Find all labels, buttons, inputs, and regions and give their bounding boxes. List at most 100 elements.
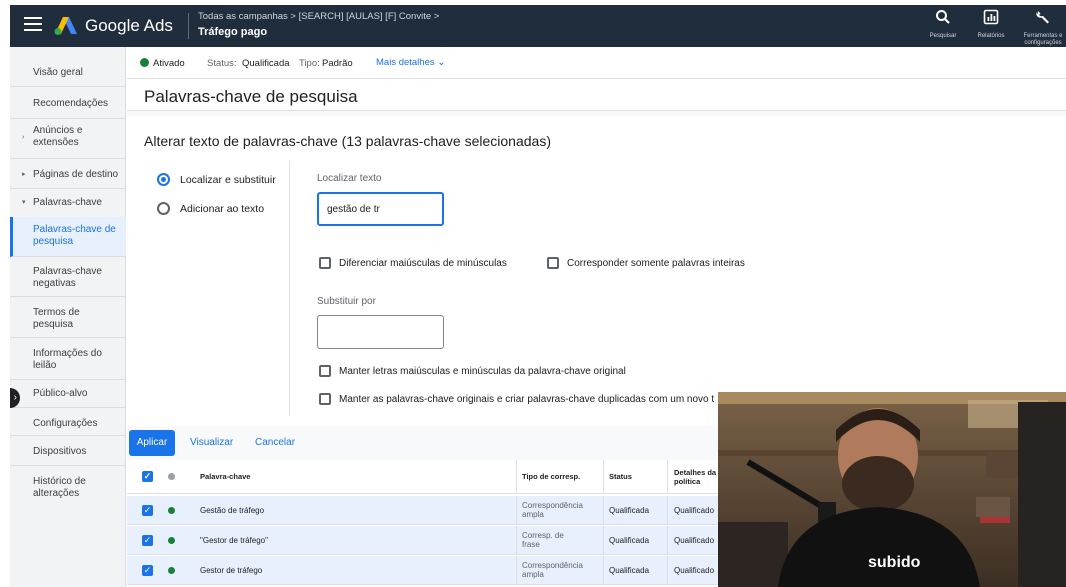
column-divider <box>667 496 668 524</box>
column-divider <box>603 460 604 493</box>
chevron-right-icon: › <box>22 134 25 141</box>
table-row[interactable]: ✓ Gestão de tráfego Correspondência ampla… <box>127 496 727 525</box>
match-type-cell: Correspondência ampla <box>522 496 583 524</box>
chevron-right-icon: ▸ <box>22 171 26 178</box>
column-divider <box>603 496 604 524</box>
whole-words-checkbox[interactable] <box>547 257 559 269</box>
cancel-button[interactable]: Cancelar <box>255 437 295 448</box>
enabled-dot-icon <box>168 537 175 544</box>
webcam-overlay: subido <box>718 392 1066 587</box>
row-checkbox[interactable]: ✓ <box>142 535 153 546</box>
column-divider <box>516 460 517 493</box>
keyword-cell[interactable]: Gestão de tráfego <box>200 496 264 524</box>
keep-originals-checkbox[interactable] <box>319 393 331 405</box>
row-checkbox[interactable]: ✓ <box>142 565 153 576</box>
enabled-status-dot-icon <box>140 58 149 67</box>
keep-case-checkbox[interactable] <box>319 365 331 377</box>
tools-label-line-1: Ferramentas e <box>1023 33 1063 39</box>
match-type-line-2: frase <box>522 540 540 549</box>
sidebar-item-recommendations[interactable]: Recomendações <box>10 87 126 119</box>
sidebar-item-negative-keywords[interactable]: Palavras-chave negativas <box>10 257 126 297</box>
sidebar-item-devices[interactable]: Dispositivos <box>10 436 126 466</box>
preview-button[interactable]: Visualizar <box>190 437 233 448</box>
keyword-column-header[interactable]: Palavra-chave <box>200 460 250 493</box>
sidebar-item-overview[interactable]: Visão geral <box>10 47 126 87</box>
tools-label-line-2: configurações <box>1024 40 1062 46</box>
page-header: Palavras-chave de pesquisa <box>127 79 1066 111</box>
policy-column-header[interactable]: Detalhes da política <box>674 460 716 493</box>
sidebar-item-auction-insights[interactable]: Informações do leilão <box>10 338 126 380</box>
column-divider <box>667 526 668 554</box>
row-checkbox[interactable]: ✓ <box>142 505 153 516</box>
status-column-header[interactable]: Status <box>609 460 632 493</box>
panel-title: Alterar texto de palavras-chave (13 pala… <box>144 133 551 149</box>
brand-name[interactable]: Google Ads <box>85 16 173 36</box>
column-divider <box>516 556 517 584</box>
vertical-divider <box>289 161 290 416</box>
search-button[interactable]: Pesquisar <box>925 9 961 40</box>
more-details-link[interactable]: Mais detalhes ⌄ <box>376 57 446 68</box>
policy-header-line-2: política <box>674 476 701 486</box>
status-label: Status: <box>207 58 237 69</box>
search-label: Pesquisar <box>929 33 957 39</box>
column-divider <box>667 460 668 493</box>
sidebar-item-label: Páginas de destino <box>33 169 119 180</box>
sidebar-item-landing-pages[interactable]: ▸ Páginas de destino <box>10 159 126 189</box>
sidebar-item-ads-extensions[interactable]: › Anúncios e extensões <box>10 119 126 159</box>
change-keyword-text-panel: Alterar texto de palavras-chave (13 pala… <box>127 116 1066 426</box>
match-type-column-header[interactable]: Tipo de corresp. <box>522 460 580 493</box>
match-case-checkbox[interactable] <box>319 257 331 269</box>
match-type-cell: Corresp. de frase <box>522 526 564 554</box>
tools-settings-button[interactable]: Ferramentas e configurações <box>1020 9 1066 47</box>
enabled-dot-icon <box>168 507 175 514</box>
type-label: Tipo: <box>299 58 320 69</box>
tools-label: Ferramentas e configurações <box>1020 33 1066 47</box>
table-row[interactable]: ✓ "Gestor de tráfego" Corresp. de frase Q… <box>127 526 727 555</box>
hamburger-menu-icon[interactable] <box>24 17 42 33</box>
policy-cell: Qualificado <box>674 535 715 545</box>
replace-with-input[interactable] <box>317 315 444 349</box>
policy-cell: Qualificado <box>674 505 715 515</box>
sidebar-item-settings[interactable]: Configurações <box>10 408 126 436</box>
sidebar-item-label: pesquisa <box>33 236 74 247</box>
sidebar-item-change-history[interactable]: Histórico de alterações <box>10 466 126 506</box>
find-replace-radio[interactable] <box>157 173 170 186</box>
apply-button[interactable]: Aplicar <box>129 430 175 456</box>
find-text-input[interactable]: gestão de tr <box>317 192 444 226</box>
chevron-down-icon: ⌄ <box>437 57 446 68</box>
sidebar-item-search-terms[interactable]: Termos de pesquisa <box>10 297 126 338</box>
sidebar-item-label: leilão <box>33 360 57 371</box>
keyword-cell[interactable]: "Gestor de tráfego" <box>200 526 268 554</box>
policy-header-line-1: Detalhes da <box>674 467 717 477</box>
webcam-scene-image: subido <box>718 392 1066 587</box>
sidebar-item-keywords[interactable]: ▾ Palavras-chave <box>10 189 126 217</box>
breadcrumb[interactable]: Todas as campanhas > [SEARCH] [AULAS] [F… <box>198 11 439 22</box>
account-title[interactable]: Tráfego pago <box>198 26 267 38</box>
append-text-radio[interactable] <box>157 202 170 215</box>
column-divider <box>603 556 604 584</box>
match-type-line-1: Correspondência <box>522 501 583 510</box>
keep-originals-label: Manter as palavras-chave originais e cri… <box>339 394 715 405</box>
status-column-dot-icon <box>168 473 175 480</box>
column-divider <box>516 526 517 554</box>
keywords-table: ✓ Palavra-chave Tipo de corresp. Status … <box>127 460 727 587</box>
column-divider <box>603 526 604 554</box>
sidebar-item-label: Público-alvo <box>33 388 88 399</box>
reports-button[interactable]: Relatórios <box>972 9 1010 40</box>
status-cell: Qualificada <box>609 565 650 575</box>
keyword-cell[interactable]: Gestor de tráfego <box>200 556 262 584</box>
sidebar-item-audiences[interactable]: Público-alvo <box>10 380 126 408</box>
sidebar-item-label: Termos de <box>33 307 80 318</box>
sidebar-item-label: alterações <box>33 488 80 499</box>
sidebar-item-search-keywords[interactable]: Palavras-chave de pesquisa <box>10 217 126 257</box>
top-bar: Google Ads Todas as campanhas > [SEARCH]… <box>10 5 1066 47</box>
status-value: Qualificada <box>242 58 290 69</box>
enabled-status-text: Ativado <box>153 58 185 69</box>
google-ads-logo-icon <box>54 17 77 35</box>
sidebar-item-label: Configurações <box>33 418 98 429</box>
sidebar-item-label: Dispositivos <box>33 446 87 457</box>
table-row[interactable]: ✓ Gestor de tráfego Correspondência ampla… <box>127 556 727 585</box>
status-cell: Qualificada <box>609 535 650 545</box>
select-all-checkbox[interactable]: ✓ <box>142 471 153 482</box>
sidebar-item-label: Palavras-chave <box>33 266 102 277</box>
